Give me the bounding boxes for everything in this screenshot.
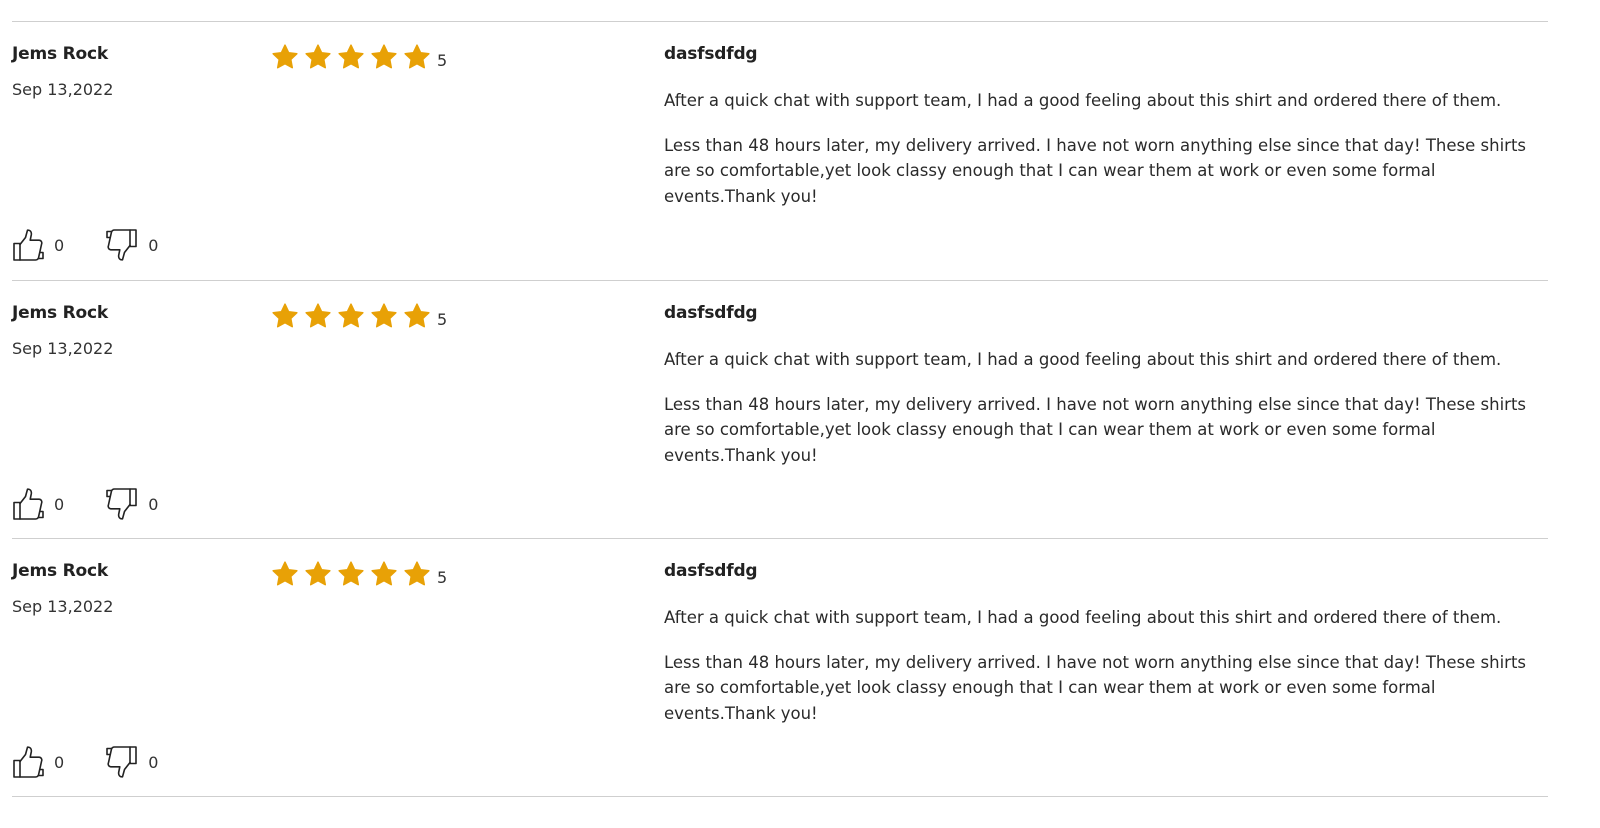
review-author: Jems Rock bbox=[12, 44, 108, 64]
review-paragraph: Less than 48 hours later, my delivery ar… bbox=[664, 394, 1527, 465]
star-icon bbox=[271, 560, 299, 588]
dislike-count: 0 bbox=[148, 494, 159, 514]
review-date: Sep 13,2022 bbox=[12, 597, 114, 616]
star-icon bbox=[370, 560, 398, 588]
star-icon bbox=[271, 302, 299, 330]
review-votes: 0 0 bbox=[12, 228, 158, 262]
dislike-button[interactable]: 0 bbox=[106, 745, 158, 779]
like-count: 0 bbox=[54, 235, 65, 255]
star-icon bbox=[304, 302, 332, 330]
like-count: 0 bbox=[54, 494, 65, 514]
thumbs-up-icon bbox=[12, 745, 44, 779]
star-rating: 5 bbox=[271, 301, 447, 331]
rating-value: 5 bbox=[437, 309, 448, 329]
review-author: Jems Rock bbox=[12, 303, 108, 323]
dislike-count: 0 bbox=[148, 752, 159, 772]
rating-value: 5 bbox=[437, 50, 448, 70]
like-count: 0 bbox=[54, 752, 65, 772]
review-paragraph: After a quick chat with support team, I … bbox=[664, 91, 1502, 110]
rating-value: 5 bbox=[437, 567, 448, 587]
review-content: dasfsdfdg After a quick chat with suppor… bbox=[664, 561, 1548, 745]
thumbs-up-icon bbox=[12, 228, 44, 262]
star-icon bbox=[403, 302, 431, 330]
review-votes: 0 0 bbox=[12, 487, 158, 521]
like-button[interactable]: 0 bbox=[12, 487, 64, 521]
thumbs-up-icon bbox=[12, 487, 44, 521]
star-icon bbox=[403, 43, 431, 71]
review-title: dasfsdfdg bbox=[664, 44, 758, 64]
star-icon bbox=[403, 560, 431, 588]
review-paragraph: Less than 48 hours later, my delivery ar… bbox=[664, 135, 1527, 206]
divider bbox=[12, 796, 1548, 797]
star-icon bbox=[337, 43, 365, 71]
review-date: Sep 13,2022 bbox=[12, 80, 114, 99]
star-rating: 5 bbox=[271, 42, 447, 72]
like-button[interactable]: 0 bbox=[12, 745, 64, 779]
star-icon bbox=[370, 43, 398, 71]
review-author: Jems Rock bbox=[12, 561, 108, 581]
review-content: dasfsdfdg After a quick chat with suppor… bbox=[664, 303, 1548, 487]
review-item: Jems Rock Sep 13,2022 5 dasfsdfdg After … bbox=[12, 21, 1548, 280]
star-icon bbox=[271, 43, 299, 71]
star-icon bbox=[337, 302, 365, 330]
review-item: Jems Rock Sep 13,2022 5 dasfsdfdg After … bbox=[12, 280, 1548, 539]
review-paragraph: After a quick chat with support team, I … bbox=[664, 608, 1502, 627]
review-votes: 0 0 bbox=[12, 745, 158, 779]
review-title: dasfsdfdg bbox=[664, 561, 758, 581]
star-icon bbox=[337, 560, 365, 588]
star-icon bbox=[304, 560, 332, 588]
review-item: Jems Rock Sep 13,2022 5 dasfsdfdg After … bbox=[12, 538, 1548, 797]
review-content: dasfsdfdg After a quick chat with suppor… bbox=[664, 44, 1548, 228]
dislike-button[interactable]: 0 bbox=[106, 228, 158, 262]
star-icon bbox=[304, 43, 332, 71]
star-rating: 5 bbox=[271, 559, 447, 589]
review-paragraph: After a quick chat with support team, I … bbox=[664, 350, 1502, 369]
dislike-count: 0 bbox=[148, 235, 159, 255]
thumbs-down-icon bbox=[106, 487, 138, 521]
thumbs-down-icon bbox=[106, 228, 138, 262]
like-button[interactable]: 0 bbox=[12, 228, 64, 262]
star-icon bbox=[370, 302, 398, 330]
dislike-button[interactable]: 0 bbox=[106, 487, 158, 521]
thumbs-down-icon bbox=[106, 745, 138, 779]
review-date: Sep 13,2022 bbox=[12, 339, 114, 358]
review-paragraph: Less than 48 hours later, my delivery ar… bbox=[664, 652, 1527, 723]
review-title: dasfsdfdg bbox=[664, 303, 758, 323]
